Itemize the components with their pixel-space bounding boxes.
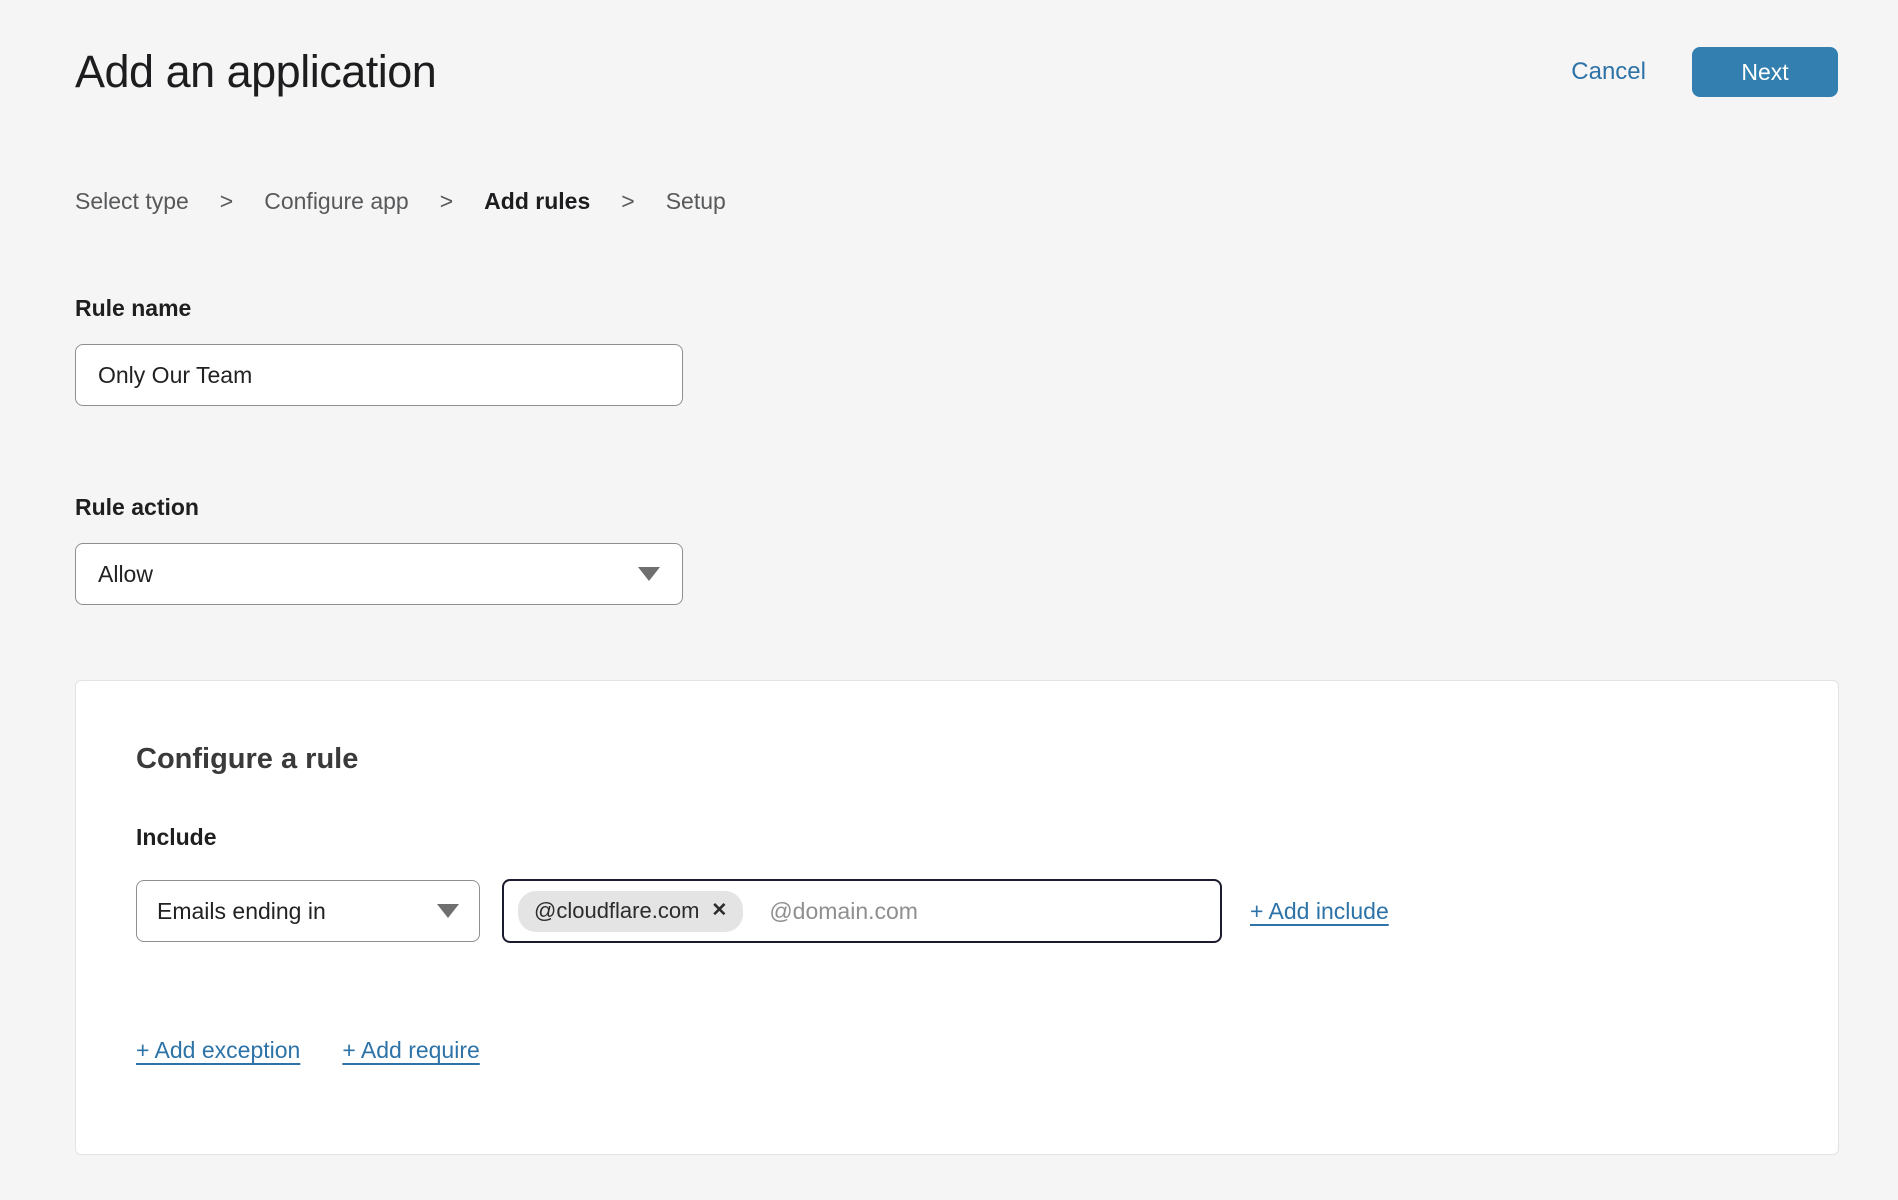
add-exception-link[interactable]: + Add exception bbox=[136, 1037, 300, 1064]
rule-name-input[interactable] bbox=[75, 344, 683, 406]
rule-action-select[interactable]: Allow bbox=[75, 543, 683, 605]
email-domain-tag: @cloudflare.com ✕ bbox=[518, 891, 743, 932]
email-domain-tag-label: @cloudflare.com bbox=[534, 898, 699, 924]
page-header: Add an application Cancel Next bbox=[75, 46, 1838, 98]
email-domain-entry-input[interactable] bbox=[769, 898, 1206, 925]
breadcrumb-separator: > bbox=[220, 188, 233, 215]
rule-extra-links: + Add exception + Add require bbox=[136, 1037, 1778, 1064]
include-value-tag-input[interactable]: @cloudflare.com ✕ bbox=[502, 879, 1222, 943]
breadcrumb-step-setup[interactable]: Setup bbox=[666, 188, 726, 215]
add-application-page: Add an application Cancel Next Select ty… bbox=[0, 0, 1898, 1155]
breadcrumb-separator: > bbox=[621, 188, 634, 215]
add-require-link[interactable]: + Add require bbox=[342, 1037, 479, 1064]
header-actions: Cancel Next bbox=[1571, 47, 1838, 97]
breadcrumb-step-add-rules[interactable]: Add rules bbox=[484, 188, 590, 215]
include-criteria-select[interactable]: Emails ending in bbox=[136, 880, 480, 942]
next-button[interactable]: Next bbox=[1692, 47, 1838, 97]
include-criteria-selected-value: Emails ending in bbox=[157, 898, 326, 925]
remove-tag-icon[interactable]: ✕ bbox=[711, 901, 727, 920]
breadcrumb-separator: > bbox=[440, 188, 453, 215]
breadcrumb: Select type > Configure app > Add rules … bbox=[75, 188, 1838, 215]
cancel-button[interactable]: Cancel bbox=[1571, 58, 1646, 86]
breadcrumb-step-configure-app[interactable]: Configure app bbox=[264, 188, 409, 215]
add-include-link[interactable]: + Add include bbox=[1250, 898, 1389, 925]
rule-action-label: Rule action bbox=[75, 494, 1838, 521]
breadcrumb-step-select-type[interactable]: Select type bbox=[75, 188, 189, 215]
rule-action-selected-value: Allow bbox=[98, 561, 153, 588]
configure-rule-title: Configure a rule bbox=[136, 743, 1778, 776]
include-rule-row: Emails ending in @cloudflare.com ✕ + Add… bbox=[136, 879, 1778, 943]
page-title: Add an application bbox=[75, 46, 436, 98]
chevron-down-icon bbox=[638, 567, 660, 581]
chevron-down-icon bbox=[437, 904, 459, 918]
include-label: Include bbox=[136, 824, 1778, 851]
rule-name-label: Rule name bbox=[75, 295, 1838, 322]
configure-rule-card: Configure a rule Include Emails ending i… bbox=[75, 680, 1839, 1155]
